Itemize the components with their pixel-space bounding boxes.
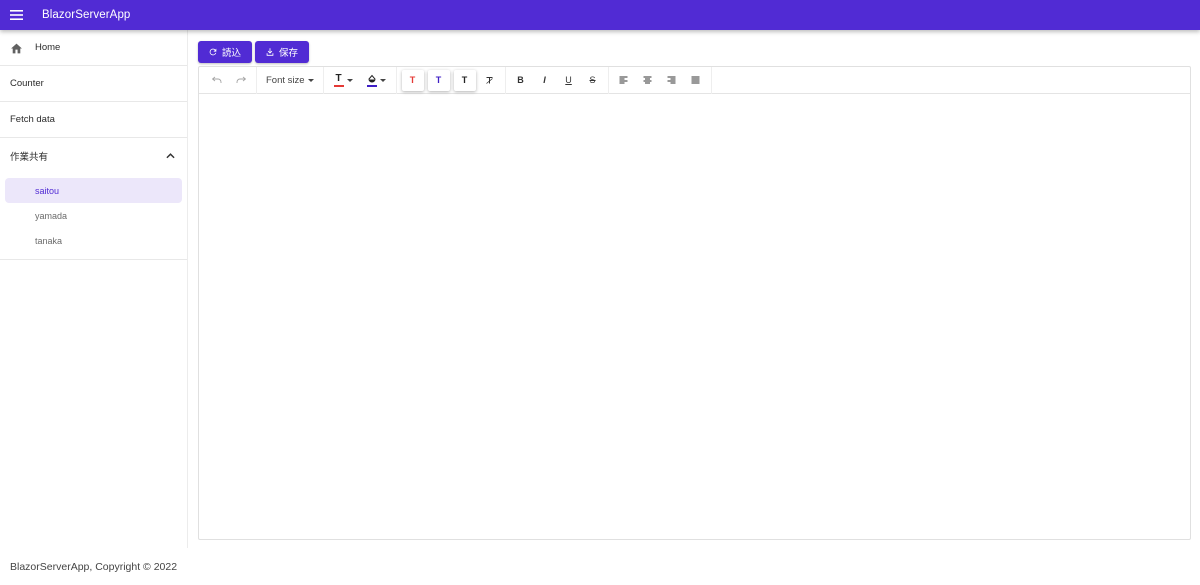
clear-format-icon — [486, 76, 493, 84]
nav-item-counter[interactable]: Counter — [0, 66, 187, 102]
nav-group-work-share[interactable]: 作業共有 — [0, 138, 187, 174]
save-button-label: 保存 — [279, 48, 299, 59]
caret-down-icon — [346, 78, 353, 82]
font-color-dropdown[interactable]: T — [328, 70, 359, 91]
clear-format-button[interactable] — [479, 70, 501, 91]
app-title: BlazorServerApp — [42, 9, 131, 21]
nav-sub-item-yamada[interactable]: yamada — [5, 203, 182, 228]
redo-icon — [236, 76, 246, 83]
footer-copyright: BlazorServerApp, Copyright © 2022 — [10, 561, 178, 573]
bold-text-button[interactable]: T — [453, 69, 476, 91]
load-button[interactable]: 読込 — [198, 41, 253, 63]
editor-content-area[interactable] — [199, 94, 1190, 539]
text-style-group: B I U S — [506, 66, 609, 94]
redo-button[interactable] — [230, 70, 252, 91]
nav-item-label: Fetch data — [10, 114, 55, 125]
app-bar: BlazorServerApp — [0, 0, 1200, 30]
menu-button[interactable] — [1, 0, 31, 30]
refresh-icon — [209, 48, 217, 56]
download-icon — [266, 48, 274, 56]
nav-item-label: Counter — [10, 78, 44, 89]
font-size-dropdown[interactable]: Font size — [261, 70, 319, 91]
nav-item-fetch-data[interactable]: Fetch data — [0, 102, 187, 138]
nav-sub-item-tanaka[interactable]: tanaka — [5, 228, 182, 253]
blue-text-button[interactable]: T — [427, 69, 450, 91]
chevron-up-icon — [166, 153, 175, 159]
save-button[interactable]: 保存 — [255, 41, 310, 63]
hamburger-menu-icon — [9, 10, 23, 20]
nav-sub-item-saitou[interactable]: saitou — [5, 178, 182, 203]
underline-button[interactable]: U — [558, 70, 580, 91]
format-presets-group: T T T — [397, 66, 506, 94]
action-bar: 読込 保存 — [198, 41, 310, 63]
caret-down-icon — [307, 78, 314, 82]
font-color-icon: T — [333, 73, 344, 87]
red-text-button[interactable]: T — [401, 69, 424, 91]
alignment-group — [609, 66, 712, 94]
undo-button[interactable] — [206, 70, 228, 91]
align-center-button[interactable] — [637, 70, 659, 91]
align-left-button[interactable] — [613, 70, 635, 91]
editor-toolbar: Font size T T T T B I U S — [199, 66, 1190, 94]
background-color-dropdown[interactable] — [361, 70, 392, 91]
font-size-label: Font size — [266, 74, 305, 86]
nav-item-label: Home — [35, 42, 61, 53]
nav-drawer: Home Counter Fetch data 作業共有 saitou yama… — [0, 30, 188, 548]
italic-button[interactable]: I — [534, 70, 556, 91]
align-center-icon — [643, 76, 652, 84]
paint-bucket-icon — [366, 74, 377, 87]
align-right-icon — [667, 76, 676, 84]
nav-group-items: saitou yamada tanaka — [0, 174, 187, 260]
rich-text-editor: Font size T T T T B I U S — [198, 66, 1191, 540]
load-button-label: 読込 — [222, 48, 242, 59]
align-left-icon — [619, 76, 628, 84]
color-group: T — [324, 66, 397, 94]
nav-group-label: 作業共有 — [10, 152, 49, 163]
nav-item-home[interactable]: Home — [0, 30, 187, 66]
bold-button[interactable]: B — [510, 70, 532, 91]
home-icon — [10, 41, 24, 55]
align-right-button[interactable] — [661, 70, 683, 91]
strikethrough-button[interactable]: S — [582, 70, 604, 91]
undo-icon — [212, 76, 222, 83]
history-group — [202, 66, 257, 94]
align-justify-button[interactable] — [685, 70, 707, 91]
font-size-group: Font size — [257, 66, 324, 94]
align-justify-icon — [691, 76, 700, 84]
caret-down-icon — [379, 78, 386, 82]
